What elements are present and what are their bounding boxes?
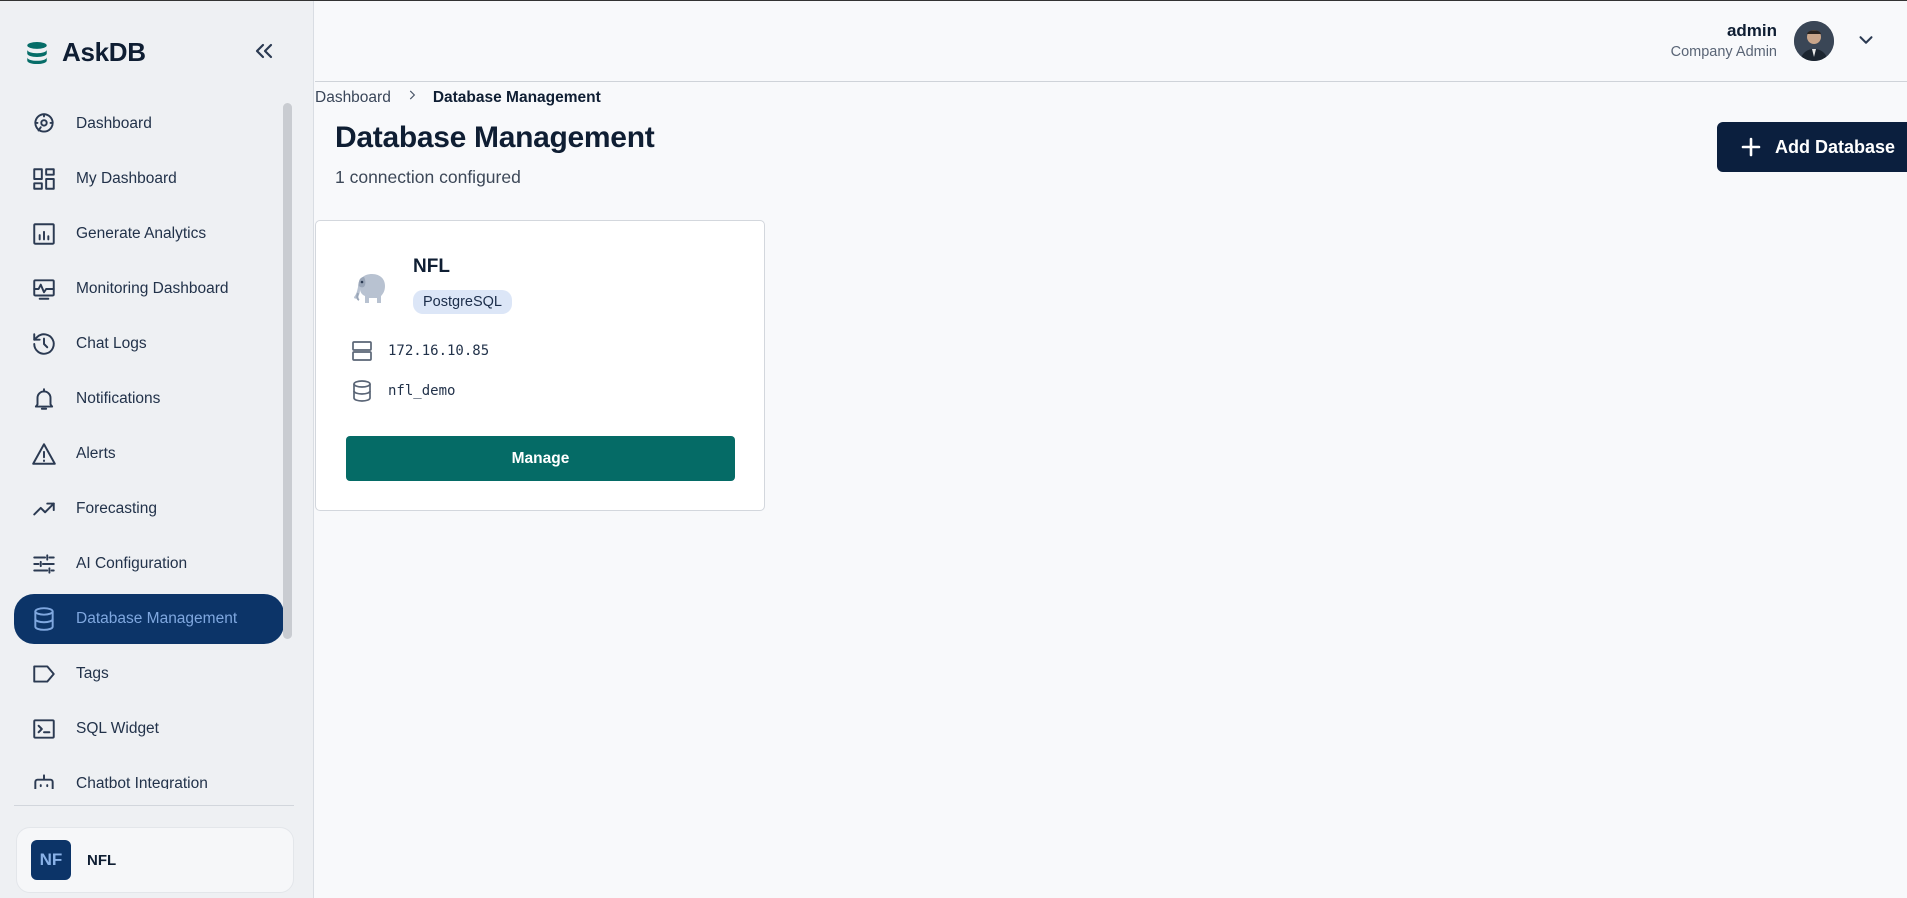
sidebar-item-forecasting[interactable]: Forecasting [14,484,284,534]
sidebar-item-tags[interactable]: Tags [14,649,284,699]
terminal-icon [30,715,58,743]
user-menu-button[interactable] [1855,29,1877,51]
connection-card: NFL PostgreSQL 172.16.10.85 nfl_demo Man… [315,220,765,511]
server-icon [352,341,372,361]
brand-name: AskDB [62,37,146,67]
dashboard-icon [30,110,58,138]
plus-icon [1741,137,1761,157]
user-info[interactable]: admin Company Admin [1671,21,1777,60]
sidebar-item-label: AI Configuration [76,555,188,572]
sidebar-item-database-management[interactable]: Database Management [14,594,284,644]
collapse-sidebar-button[interactable] [250,37,278,65]
sidebar-item-label: My Dashboard [76,170,177,187]
sidebar-item-label: Database Management [76,610,238,627]
sidebar-item-label: Forecasting [76,500,157,517]
database-row: nfl_demo [350,379,455,403]
sidebar-item-dashboard[interactable]: Dashboard [14,99,284,149]
brand[interactable]: AskDB [24,37,146,68]
database-icon [30,605,58,633]
sidebar-item-label: Dashboard [76,115,152,132]
sidebar-item-generate-analytics[interactable]: Generate Analytics [14,209,284,259]
org-name: NFL [87,851,117,869]
chevron-right-icon [405,88,419,107]
database-icon [353,380,371,402]
user-avatar[interactable] [1794,21,1834,61]
connection-name: NFL [413,256,450,277]
sidebar-item-label: Notifications [76,390,161,407]
sidebar-nav: Dashboard My Dashboard Generate Analytic… [14,99,284,789]
sidebar-item-alerts[interactable]: Alerts [14,429,284,479]
user-role: Company Admin [1670,44,1777,60]
sidebar-scrollbar[interactable] [283,103,292,639]
organization-switcher[interactable]: NF NFL [16,827,294,893]
bot-icon [30,770,58,789]
grid-icon [30,165,58,193]
monitor-icon [30,275,58,303]
sidebar-divider [14,805,294,806]
sidebar-item-ai-configuration[interactable]: AI Configuration [14,539,284,589]
breadcrumb: Dashboard Database Management [315,88,601,107]
page-title: Database Management [335,121,655,154]
user-photo-icon [1794,21,1834,61]
analytics-icon [30,220,58,248]
sidebar-item-label: Monitoring Dashboard [76,280,229,297]
sidebar-item-my-dashboard[interactable]: My Dashboard [14,154,284,204]
alert-icon [30,440,58,468]
sidebar-item-label: Tags [76,665,109,682]
elephant-icon [354,274,385,303]
breadcrumb-dashboard-link[interactable]: Dashboard [315,89,391,107]
sidebar: AskDB Dashboard My Dashboard Generate An… [0,1,314,898]
sidebar-item-label: SQL Widget [76,720,159,737]
host-row: 172.16.10.85 [350,339,489,363]
sidebar-item-label: Alerts [76,445,116,462]
user-name: admin [1726,21,1777,40]
sidebar-item-monitoring-dashboard[interactable]: Monitoring Dashboard [14,264,284,314]
chevron-down-icon [1859,36,1873,44]
tag-icon [30,660,58,688]
sidebar-item-sql-widget[interactable]: SQL Widget [14,704,284,754]
sidebar-item-label: Chatbot Integration [76,775,208,789]
top-header: admin Company Admin [315,1,1907,82]
trend-icon [30,495,58,523]
sliders-icon [30,550,58,578]
chevrons-left-icon [255,43,273,59]
sidebar-item-label: Generate Analytics [76,225,207,242]
page-subtitle: 1 connection configured [335,167,521,187]
database-value: nfl_demo [388,383,456,399]
breadcrumb-current: Database Management [432,88,601,106]
host-value: 172.16.10.85 [388,343,490,359]
sidebar-item-chatbot-integration[interactable]: Chatbot Integration [14,759,284,789]
add-database-button[interactable]: Add Database [1717,122,1907,172]
org-avatar: NF [31,840,71,880]
add-database-label: Add Database [1775,136,1896,157]
database-logo-icon [27,41,47,64]
manage-button[interactable]: Manage [346,436,735,481]
db-type-badge: PostgreSQL [413,290,512,314]
sidebar-item-chat-logs[interactable]: Chat Logs [14,319,284,369]
history-icon [30,330,58,358]
sidebar-item-notifications[interactable]: Notifications [14,374,284,424]
bell-icon [30,385,58,413]
sidebar-item-label: Chat Logs [76,335,147,352]
